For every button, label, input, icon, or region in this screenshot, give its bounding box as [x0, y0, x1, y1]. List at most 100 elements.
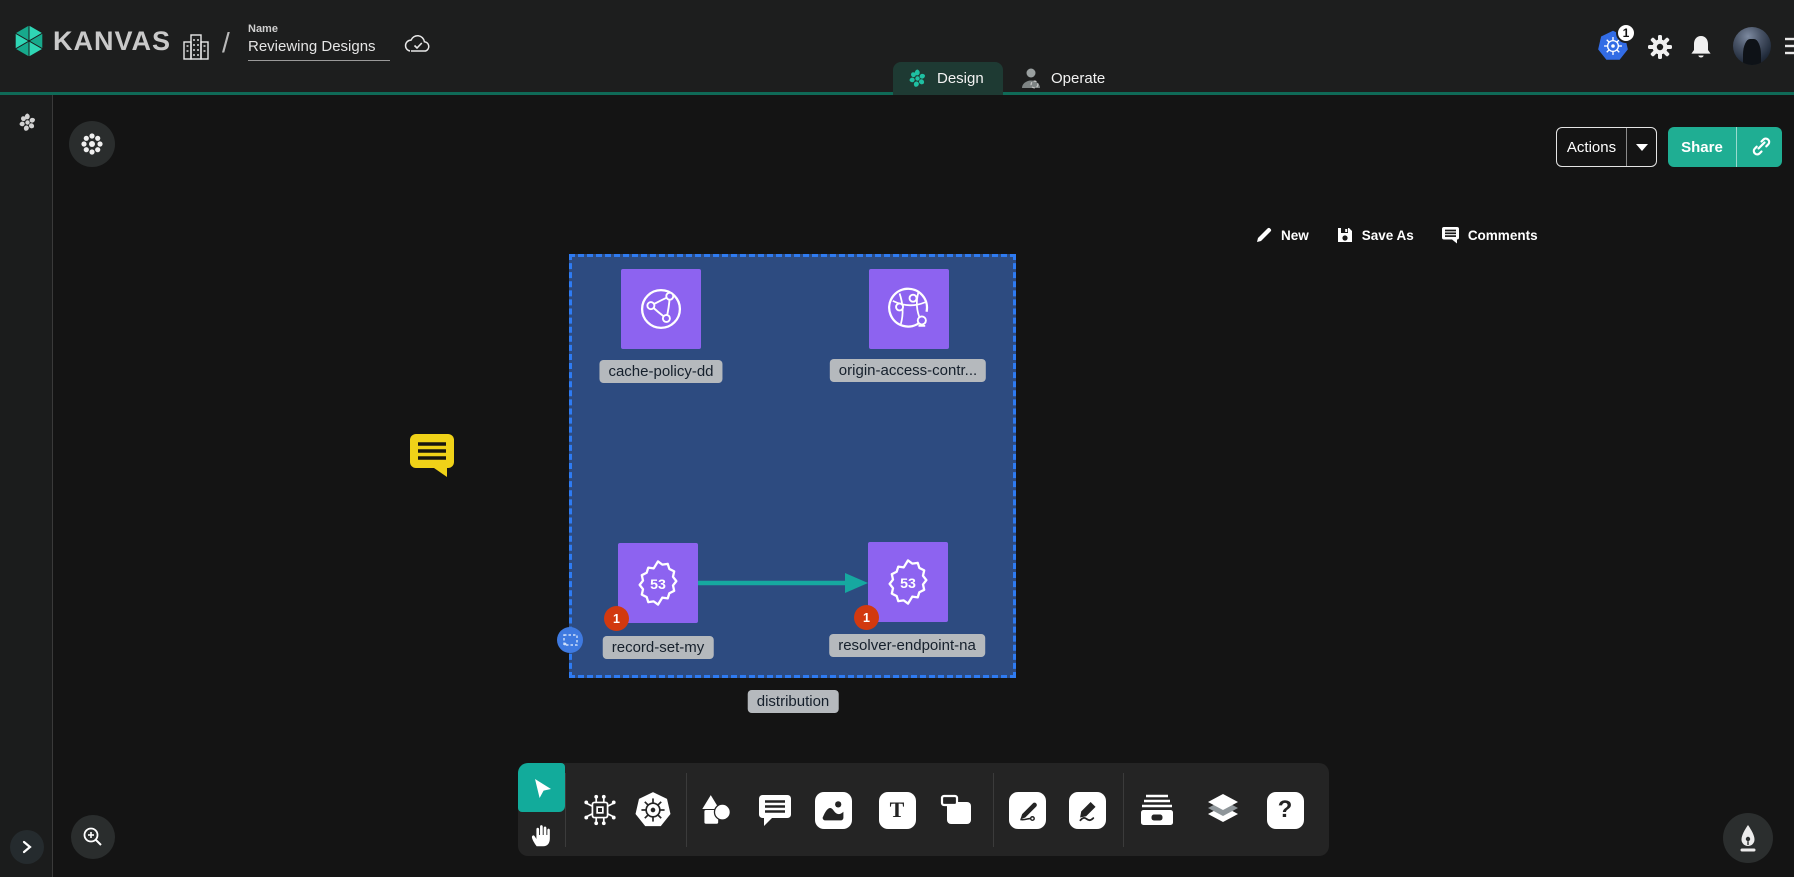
sticky-note-icon	[939, 792, 975, 828]
comment-icon	[1441, 226, 1460, 244]
notifications-bell-icon[interactable]	[1688, 34, 1714, 67]
chevron-right-icon	[21, 840, 33, 854]
help-icon: ?	[1267, 792, 1304, 829]
tab-operate-label: Operate	[1051, 70, 1105, 87]
dashed-rect-icon	[563, 634, 578, 646]
text-tool-button[interactable]: T	[875, 788, 919, 832]
cluster-count-badge: 1	[1616, 23, 1636, 43]
svg-text:53: 53	[650, 577, 666, 593]
name-field-label: Name	[248, 23, 390, 35]
pan-tool-button[interactable]	[519, 813, 563, 857]
node-label-record-set[interactable]: record-set-my	[603, 636, 714, 659]
toolbar-separator	[686, 773, 687, 847]
toolbar-separator	[993, 773, 994, 847]
error-badge-resolver-endpoint[interactable]: 1	[854, 605, 879, 630]
node-label-origin-access-control[interactable]: origin-access-contr...	[830, 359, 986, 382]
freehand-draw-tool-button[interactable]	[1065, 788, 1109, 832]
cloudfront-cache-policy-icon	[634, 282, 688, 336]
comment-tool-icon	[757, 793, 793, 827]
save-as-label: Save As	[1362, 228, 1414, 243]
app-header: KANVAS / Name	[0, 0, 1794, 95]
chevron-down-icon	[1636, 144, 1648, 151]
group-select-handle[interactable]	[557, 627, 583, 653]
cursor-arrow-icon	[530, 776, 554, 800]
hand-pan-icon	[528, 821, 554, 849]
link-icon	[1749, 136, 1771, 158]
brand-name: KANVAS	[53, 26, 171, 57]
zoom-button[interactable]	[71, 815, 115, 859]
error-badge-record-set[interactable]: 1	[604, 606, 629, 631]
drawer-tool-button[interactable]	[1135, 788, 1179, 832]
sticky-note-tool-button[interactable]	[935, 788, 979, 832]
node-origin-access-control[interactable]	[869, 269, 949, 349]
node-label-cache-policy[interactable]: cache-policy-dd	[599, 360, 722, 383]
actions-dropdown-button[interactable]: Actions	[1556, 127, 1657, 167]
settings-gear-icon[interactable]	[1646, 33, 1674, 66]
tab-operate[interactable]: Operate	[1006, 62, 1121, 95]
kubernetes-cluster-button[interactable]: 1	[1596, 29, 1630, 68]
left-sidebar	[0, 95, 53, 877]
drawer-archive-icon	[1138, 792, 1176, 828]
layers-tool-button[interactable]	[1201, 788, 1245, 832]
menu-hamburger-icon[interactable]	[1785, 36, 1794, 61]
new-label: New	[1281, 228, 1309, 243]
design-canvas[interactable]: New Save As Comments Actions	[53, 95, 1794, 877]
flower-icon	[80, 132, 104, 156]
user-avatar[interactable]	[1733, 27, 1771, 65]
image-tool-button[interactable]	[811, 788, 855, 832]
magnifier-plus-icon	[82, 826, 104, 848]
edge-pen-tool-button[interactable]	[1005, 788, 1049, 832]
shapes-icon	[697, 792, 733, 828]
share-label: Share	[1668, 139, 1736, 156]
cluster-flower-button[interactable]	[69, 121, 115, 167]
svg-text:53: 53	[900, 576, 916, 592]
actions-label: Actions	[1557, 139, 1626, 156]
share-button[interactable]: Share	[1668, 127, 1782, 167]
comment-bubble-icon	[408, 432, 456, 478]
meshery-swirl-icon[interactable]	[17, 112, 38, 138]
group-label-distribution[interactable]: distribution	[748, 690, 839, 713]
pen-nib-icon	[1736, 824, 1760, 852]
node-record-set[interactable]: 53	[618, 543, 698, 623]
layers-icon	[1204, 792, 1242, 828]
select-tool-button[interactable]	[518, 763, 565, 812]
toolbar-separator	[565, 773, 566, 847]
save-as-button[interactable]: Save As	[1336, 226, 1414, 244]
canvas-comment-marker[interactable]	[408, 432, 456, 483]
breadcrumb-separator: /	[222, 27, 230, 59]
tool-dock: T	[518, 763, 1329, 856]
tab-design[interactable]: Design	[893, 62, 1003, 95]
text-tool-icon: T	[879, 792, 916, 829]
pen-nib-button[interactable]	[1723, 813, 1773, 863]
comments-button[interactable]: Comments	[1441, 226, 1538, 244]
node-resolver-endpoint[interactable]: 53	[868, 542, 948, 622]
route53-record-set-icon: 53	[631, 556, 685, 610]
toolbar-separator	[1123, 773, 1124, 847]
node-cache-policy[interactable]	[621, 269, 701, 349]
cloud-sync-icon[interactable]	[403, 33, 433, 62]
organization-icon[interactable]	[182, 30, 210, 67]
comment-tool-button[interactable]	[753, 788, 797, 832]
floppy-save-icon	[1336, 226, 1354, 244]
sidebar-expand-button[interactable]	[10, 830, 44, 864]
design-name-field: Name	[248, 23, 390, 61]
help-tool-button[interactable]: ?	[1263, 788, 1307, 832]
edge-record-to-resolver[interactable]	[698, 570, 870, 601]
pencil-draw-icon	[1069, 792, 1106, 829]
component-tool-button[interactable]	[578, 788, 622, 832]
design-swirl-icon	[907, 68, 928, 89]
kubernetes-wheel-icon	[633, 790, 673, 830]
kanvas-logo-icon[interactable]	[12, 24, 46, 63]
canvas-action-bar: New Save As Comments	[1255, 226, 1538, 244]
design-name-input[interactable]	[248, 35, 390, 61]
kubernetes-tool-button[interactable]	[631, 788, 675, 832]
node-label-resolver-endpoint[interactable]: resolver-endpoint-na	[829, 634, 985, 657]
actions-caret-button[interactable]	[1626, 128, 1656, 166]
route53-resolver-icon: 53	[881, 555, 935, 609]
copy-link-button[interactable]	[1736, 127, 1782, 167]
shapes-tool-button[interactable]	[693, 788, 737, 832]
new-button[interactable]: New	[1255, 226, 1309, 244]
comments-label: Comments	[1468, 228, 1538, 243]
operate-person-icon	[1020, 67, 1042, 91]
image-icon	[815, 792, 852, 829]
